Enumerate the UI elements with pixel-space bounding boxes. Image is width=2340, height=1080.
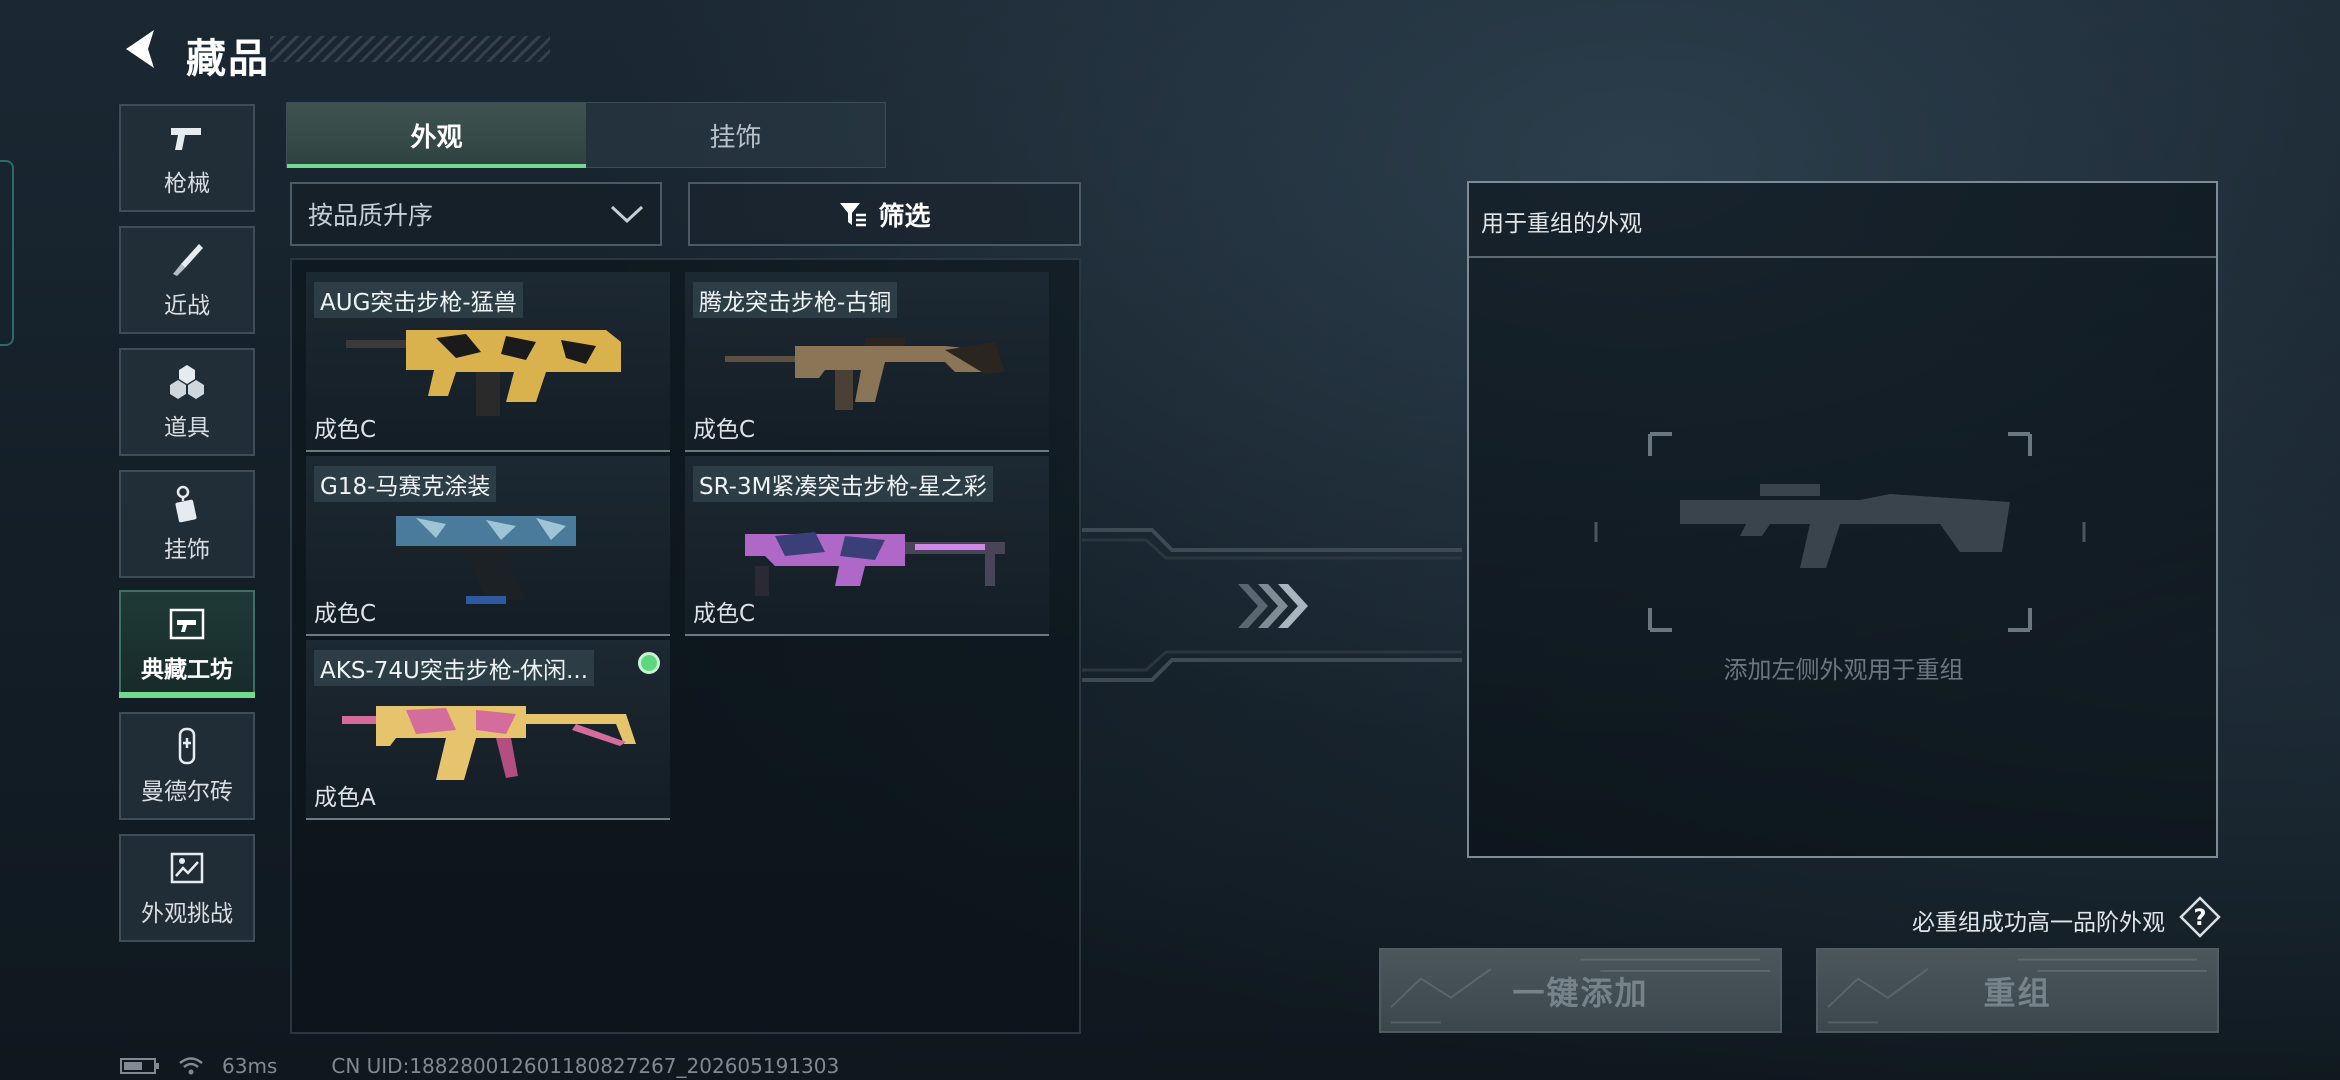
battery-icon bbox=[120, 1058, 159, 1074]
skin-grade: 成色C bbox=[693, 601, 756, 627]
sort-dropdown-label: 按品质升序 bbox=[308, 201, 434, 230]
sidebar-item-melee[interactable]: 近战 bbox=[119, 226, 255, 334]
quick-add-button-label: 一键添加 bbox=[1512, 973, 1649, 1012]
selected-indicator-icon bbox=[638, 652, 660, 674]
sidebar-item-appearance-challenge[interactable]: 外观挑战 bbox=[119, 834, 255, 942]
rifle-skin-image bbox=[342, 706, 636, 780]
sidebar-item-mandel-brick[interactable]: 曼德尔砖 bbox=[119, 712, 255, 820]
chevron-right-icon bbox=[1238, 584, 1308, 628]
skin-card-tenglong[interactable]: 腾龙突击步枪-古铜 成色C bbox=[685, 272, 1049, 452]
challenge-icon bbox=[170, 852, 204, 884]
skin-name: SR-3M紧凑突击步枪-星之彩 bbox=[693, 466, 993, 502]
sidebar-item-items[interactable]: 道具 bbox=[119, 348, 255, 456]
skin-name: 腾龙突击步枪-古铜 bbox=[693, 282, 898, 318]
brick-icon bbox=[178, 727, 196, 765]
tab-bar: 外观 挂饰 bbox=[286, 102, 886, 168]
recombine-button-label: 重组 bbox=[1983, 973, 2052, 1012]
sidebar-item-label: 道具 bbox=[164, 415, 210, 441]
cubes-icon bbox=[170, 365, 204, 399]
empty-slot-gun-icon bbox=[1594, 432, 2086, 632]
filter-button-label: 筛选 bbox=[878, 201, 931, 232]
back-arrow-icon[interactable] bbox=[118, 26, 164, 72]
transfer-arrows-graphic bbox=[1082, 528, 1462, 682]
pistol-icon bbox=[171, 128, 201, 150]
help-icon[interactable]: ? bbox=[2179, 896, 2221, 938]
status-bar: 63ms CN UID:18828001260118082726​7_20260… bbox=[120, 1054, 839, 1078]
wifi-icon bbox=[179, 1057, 203, 1075]
pistol-skin-image bbox=[396, 516, 576, 604]
recombine-panel-title: 用于重组的外观 bbox=[1481, 211, 1642, 237]
sidebar-item-label: 曼德尔砖 bbox=[141, 779, 233, 805]
keychain-icon bbox=[175, 485, 197, 523]
page-title: 藏品 bbox=[186, 36, 270, 82]
sidebar-item-label: 枪械 bbox=[164, 171, 210, 197]
knife-icon bbox=[173, 244, 203, 276]
skin-grade: 成色A bbox=[314, 785, 376, 811]
recombine-placeholder-text: 添加左侧外观用于重组 bbox=[1723, 656, 1964, 684]
skin-grade: 成色C bbox=[314, 601, 377, 627]
recombine-button[interactable]: 重组 bbox=[1816, 948, 2219, 1033]
sidebar-item-guns[interactable]: 枪械 bbox=[119, 104, 255, 212]
rifle-skin-image bbox=[745, 532, 1005, 596]
skin-card-g18[interactable]: G18-马赛克涂装 成色C bbox=[306, 456, 670, 636]
sort-dropdown[interactable]: 按品质升序 bbox=[290, 182, 662, 246]
skin-card-aug[interactable]: AUG突击步枪-猛兽 成色C bbox=[306, 272, 670, 452]
skin-grade: 成色C bbox=[693, 417, 756, 443]
skin-name: AKS-74U突击步枪-休闲... bbox=[314, 650, 595, 686]
ping-text: 63ms bbox=[222, 1054, 278, 1078]
skin-name: AUG突击步枪-猛兽 bbox=[314, 282, 523, 318]
chevron-down-icon bbox=[610, 205, 644, 224]
sidebar-item-label: 典藏工坊 bbox=[141, 657, 233, 683]
skin-card-aks74u[interactable]: AKS-74U突击步枪-休闲... 成色A bbox=[306, 640, 670, 820]
filter-button[interactable]: 筛选 bbox=[688, 182, 1081, 246]
uid-text: CN UID:18828001260118082726​7_2026051913… bbox=[331, 1054, 840, 1078]
svg-text:?: ? bbox=[2194, 906, 2207, 931]
skin-name: G18-马赛克涂装 bbox=[314, 466, 497, 502]
sidebar-item-charms[interactable]: 挂饰 bbox=[119, 470, 255, 578]
sidebar-item-label: 外观挑战 bbox=[141, 901, 233, 927]
filter-icon bbox=[840, 203, 867, 227]
rifle-skin-image bbox=[725, 338, 1005, 410]
recombine-hint-text: 必重组成功高一品阶外观 bbox=[1912, 910, 2165, 936]
rifle-skin-image bbox=[346, 330, 621, 416]
sidebar-item-workshop[interactable]: 典藏工坊 bbox=[119, 590, 255, 698]
skin-card-sr3m[interactable]: SR-3M紧凑突击步枪-星之彩 成色C bbox=[685, 456, 1049, 636]
tab-appearance[interactable]: 外观 bbox=[287, 103, 586, 168]
tab-charms[interactable]: 挂饰 bbox=[586, 103, 885, 167]
title-decoration bbox=[270, 36, 550, 62]
quick-add-button[interactable]: 一键添加 bbox=[1379, 948, 1782, 1033]
divider bbox=[1469, 256, 2216, 258]
sidebar-item-label: 近战 bbox=[164, 293, 210, 319]
sidebar-item-label: 挂饰 bbox=[164, 537, 210, 563]
frame-gun-icon bbox=[169, 608, 205, 640]
skin-grade: 成色C bbox=[314, 417, 377, 443]
skin-list-panel: AUG突击步枪-猛兽 成色C 腾龙突击步枪-古铜 成色C G18-马赛克涂装 成… bbox=[290, 258, 1081, 1034]
side-drawer-handle[interactable] bbox=[0, 160, 14, 346]
